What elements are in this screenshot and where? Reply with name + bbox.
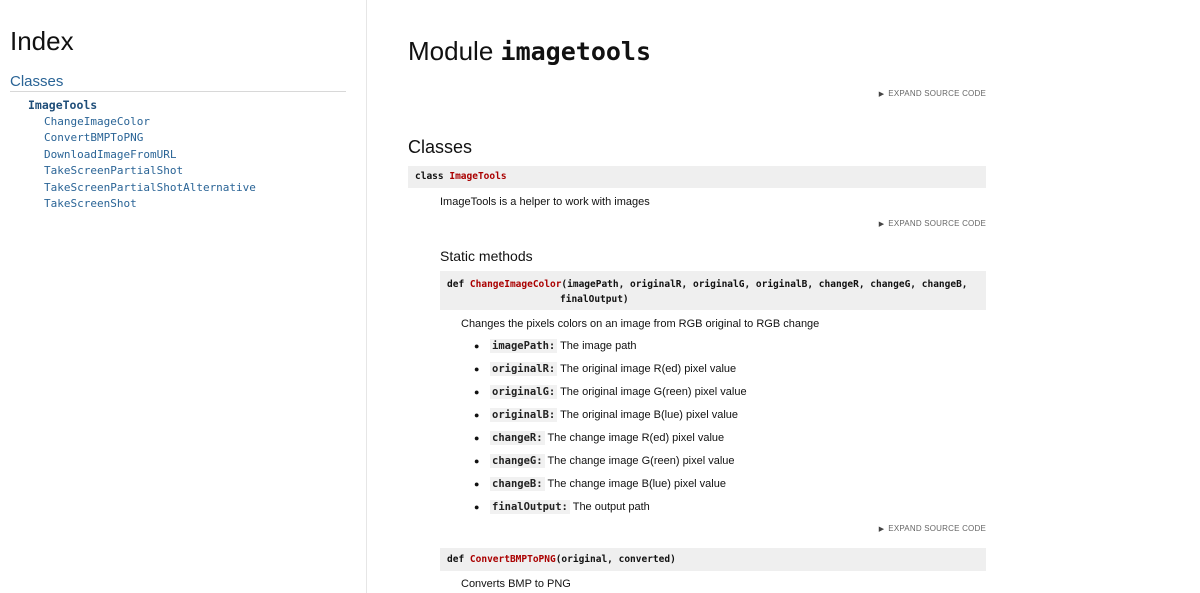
param-desc: The change image R(ed) pixel value [547,432,725,444]
expand-source-button[interactable]: ▶ EXPAND SOURCE CODE [879,524,986,533]
static-methods-heading: Static methods [440,248,533,264]
bullet-icon: ● [474,341,480,351]
class-name[interactable]: ImageTools [449,171,506,182]
param-desc: The original image R(ed) pixel value [560,363,737,375]
param-item: ● changeR: The change image R(ed) pixel v… [474,428,747,451]
method-name[interactable]: ChangeImageColor [470,279,562,290]
bullet-icon: ● [474,456,480,466]
main-content: Module imagetools ▶ EXPAND SOURCE CODE Cl… [408,0,986,593]
sidebar-classes-link[interactable]: Classes [10,73,346,92]
triangle-right-icon: ▶ [878,526,885,533]
method-args: (imagePath, originalR, originalG, origin… [561,279,968,290]
param-name: imagePath: [490,339,558,353]
triangle-right-icon: ▶ [878,221,885,228]
param-list: ● imagePath: The image path ● originalR: T… [474,336,747,520]
expand-label: EXPAND SOURCE CODE [888,524,986,533]
param-item: ● changeG: The change image G(reen) pixel… [474,451,747,474]
method-args-continued: finalOutput) [560,294,629,305]
param-name: changeG: [490,454,545,468]
param-item: ● originalR: The original image R(ed) pix… [474,359,747,382]
param-desc: The change image G(reen) pixel value [547,455,735,467]
index-title: Index [10,26,74,56]
expand-source-button[interactable]: ▶ EXPAND SOURCE CODE [879,219,986,228]
method-description: Converts BMP to PNG [461,578,571,590]
module-prefix: Module [408,36,494,66]
sidebar: Index Classes ImageTools ChangeImageColo… [0,0,367,593]
param-desc: The change image B(lue) pixel value [547,478,726,490]
sidebar-class-link[interactable]: ImageTools [28,98,97,112]
expand-source-button[interactable]: ▶ EXPAND SOURCE CODE [879,89,986,98]
method-description: Changes the pixels colors on an image fr… [461,318,820,330]
sidebar-method-link[interactable]: DownloadImageFromURL [44,147,256,163]
param-desc: The output path [572,501,650,513]
bullet-icon: ● [474,387,480,397]
sidebar-method-list: ChangeImageColor ConvertBMPToPNG Downloa… [44,114,256,212]
bullet-icon: ● [474,364,480,374]
sidebar-method-link[interactable]: TakeScreenShot [44,196,256,212]
param-name: finalOutput: [490,500,570,514]
sidebar-method-link[interactable]: ChangeImageColor [44,114,256,130]
param-item: ● imagePath: The image path [474,336,747,359]
bullet-icon: ● [474,433,480,443]
param-item: ● changeB: The change image B(lue) pixel … [474,474,747,497]
param-desc: The image path [560,340,637,352]
method-signature: def ChangeImageColor(imagePath, original… [440,271,986,310]
method-name[interactable]: ConvertBMPToPNG [470,554,556,565]
param-item: ● finalOutput: The output path [474,497,747,520]
param-item: ● originalB: The original image B(lue) pi… [474,405,747,428]
bullet-icon: ● [474,502,480,512]
class-description: ImageTools is a helper to work with imag… [440,196,650,208]
triangle-right-icon: ▶ [878,91,885,98]
param-item: ● originalG: The original image G(reen) p… [474,382,747,405]
param-name: changeB: [490,477,545,491]
sidebar-method-link[interactable]: TakeScreenPartialShot [44,163,256,179]
method-args: (original, converted) [555,554,676,565]
method-signature: def ConvertBMPToPNG(original, converted) [440,548,986,571]
def-keyword: def [447,554,465,565]
sidebar-method-link[interactable]: TakeScreenPartialShotAlternative [44,180,256,196]
def-keyword: def [447,279,465,290]
sidebar-method-link[interactable]: ConvertBMPToPNG [44,130,256,146]
bullet-icon: ● [474,410,480,420]
module-name: imagetools [500,37,652,66]
param-name: originalB: [490,408,558,422]
class-keyword: class [415,171,444,182]
expand-label: EXPAND SOURCE CODE [888,219,986,228]
param-name: originalG: [490,385,558,399]
class-signature: class ImageTools [408,166,986,188]
param-desc: The original image B(lue) pixel value [560,409,739,421]
expand-label: EXPAND SOURCE CODE [888,89,986,98]
classes-heading: Classes [408,137,473,157]
param-desc: The original image G(reen) pixel value [560,386,747,398]
param-name: changeR: [490,431,545,445]
bullet-icon: ● [474,479,480,489]
page-title: Module imagetools [408,36,651,67]
param-name: originalR: [490,362,558,376]
